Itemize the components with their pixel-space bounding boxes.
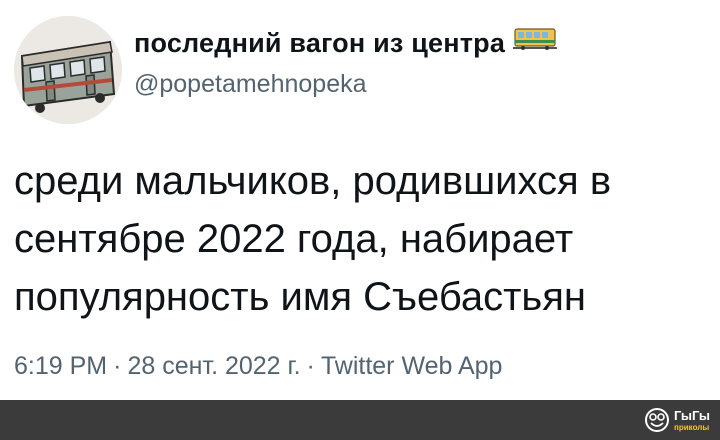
display-name-text: последний вагон из центра (134, 28, 506, 58)
watermark-bar: ГыГы приколы (0, 400, 720, 440)
tweet-source[interactable]: Twitter Web App (321, 352, 503, 380)
tram-car-icon (513, 26, 558, 59)
tweet-text-line: среди мальчиков, родившихся в (14, 159, 612, 203)
tweet-text-line: популярность имя Съебастьян (14, 275, 586, 319)
train-car-avatar-icon (14, 16, 122, 124)
tweet-meta: 6:19 PM · 28 сент. 2022 г. · Twitter Web App (14, 352, 502, 381)
watermark-title: ГыГы (674, 407, 710, 423)
face-logo-icon (645, 408, 670, 432)
tweet-date[interactable]: 28 сент. 2022 г. (127, 352, 300, 380)
meta-separator: · (113, 352, 122, 380)
tweet-text: среди мальчиков, родившихся в сентябре 2… (14, 152, 704, 326)
display-name[interactable]: последний вагон из центра (134, 26, 558, 59)
watermark-text: ГыГы приколы (674, 409, 710, 432)
tweet-card: последний вагон из центра @popetamehnope… (0, 0, 720, 400)
tweet-text-line: сентябре 2022 года, набирает (14, 217, 574, 261)
watermark-subtitle: приколы (674, 422, 710, 432)
watermark: ГыГы приколы (644, 404, 710, 436)
avatar[interactable] (14, 16, 122, 124)
tweet-time[interactable]: 6:19 PM (14, 352, 107, 380)
user-handle[interactable]: @popetamehnopeka (134, 70, 367, 99)
meta-separator: · (306, 352, 315, 380)
